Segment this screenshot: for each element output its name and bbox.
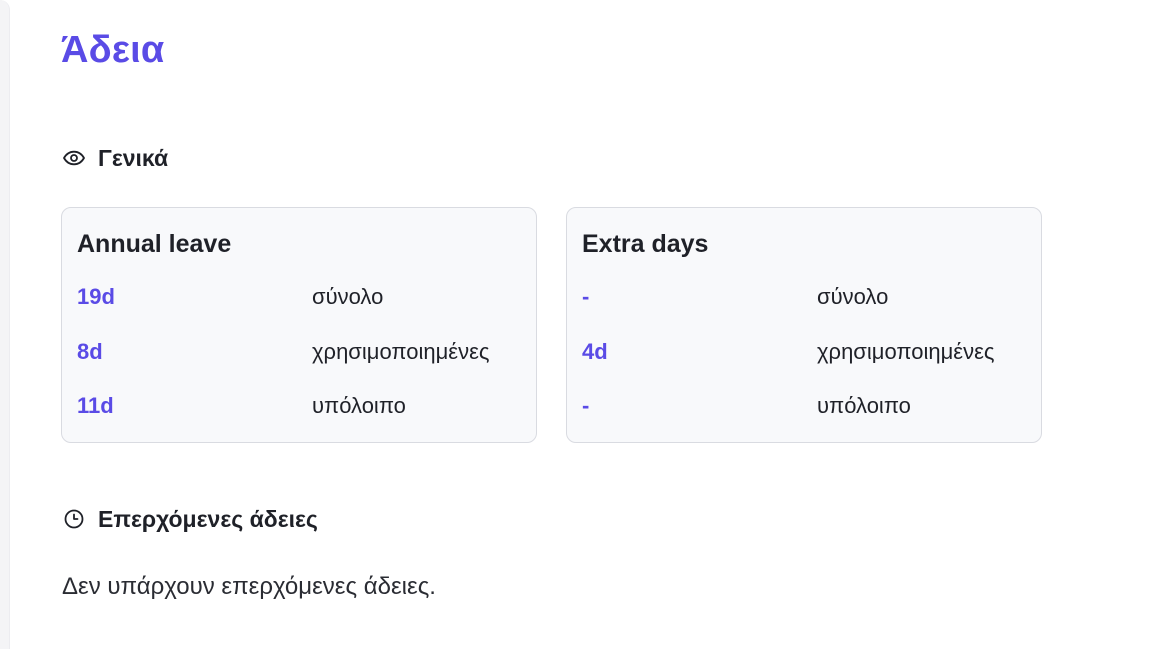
extra-remaining-row: - υπόλοιπο	[582, 390, 1041, 422]
extra-used-value: 4d	[582, 339, 608, 364]
annual-used-label: χρησιμοποιημένες	[312, 339, 490, 364]
leave-page: Άδεια Γενικά Annual leave 19d σύνολο 8d …	[0, 0, 1162, 649]
eye-icon	[62, 146, 86, 170]
extra-remaining-value: -	[582, 393, 590, 418]
annual-used-value: 8d	[77, 339, 103, 364]
annual-total-label: σύνολο	[312, 284, 384, 309]
page-title: Άδεια	[61, 29, 165, 71]
clock-icon	[62, 507, 86, 531]
extra-used-label: χρησιμοποιημένες	[817, 339, 995, 364]
annual-remaining-row: 11d υπόλοιπο	[77, 390, 536, 422]
annual-leave-card: Annual leave 19d σύνολο 8d χρησιμοποιημέ…	[61, 207, 537, 443]
extra-days-card: Extra days - σύνολο 4d χρησιμοποιημένες …	[566, 207, 1042, 443]
card-title: Annual leave	[77, 230, 232, 258]
annual-total-value: 19d	[77, 284, 115, 309]
annual-total-row: 19d σύνολο	[77, 281, 536, 313]
upcoming-section-heading: Επερχόμενες άδειες	[62, 504, 318, 534]
extra-total-value: -	[582, 284, 590, 309]
extra-total-label: σύνολο	[817, 284, 889, 309]
no-upcoming-leave-message: Δεν υπάρχουν επερχόμενες άδειες.	[62, 573, 436, 600]
left-panel-edge	[0, 0, 10, 649]
general-heading-label: Γενικά	[98, 145, 169, 171]
annual-remaining-label: υπόλοιπο	[312, 393, 406, 418]
extra-used-row: 4d χρησιμοποιημένες	[582, 336, 1041, 368]
annual-remaining-value: 11d	[77, 393, 114, 418]
general-section-heading: Γενικά	[62, 143, 168, 173]
upcoming-heading-label: Επερχόμενες άδειες	[98, 506, 318, 532]
card-title: Extra days	[582, 230, 709, 258]
extra-remaining-label: υπόλοιπο	[817, 393, 911, 418]
annual-used-row: 8d χρησιμοποιημένες	[77, 336, 536, 368]
extra-total-row: - σύνολο	[582, 281, 1041, 313]
